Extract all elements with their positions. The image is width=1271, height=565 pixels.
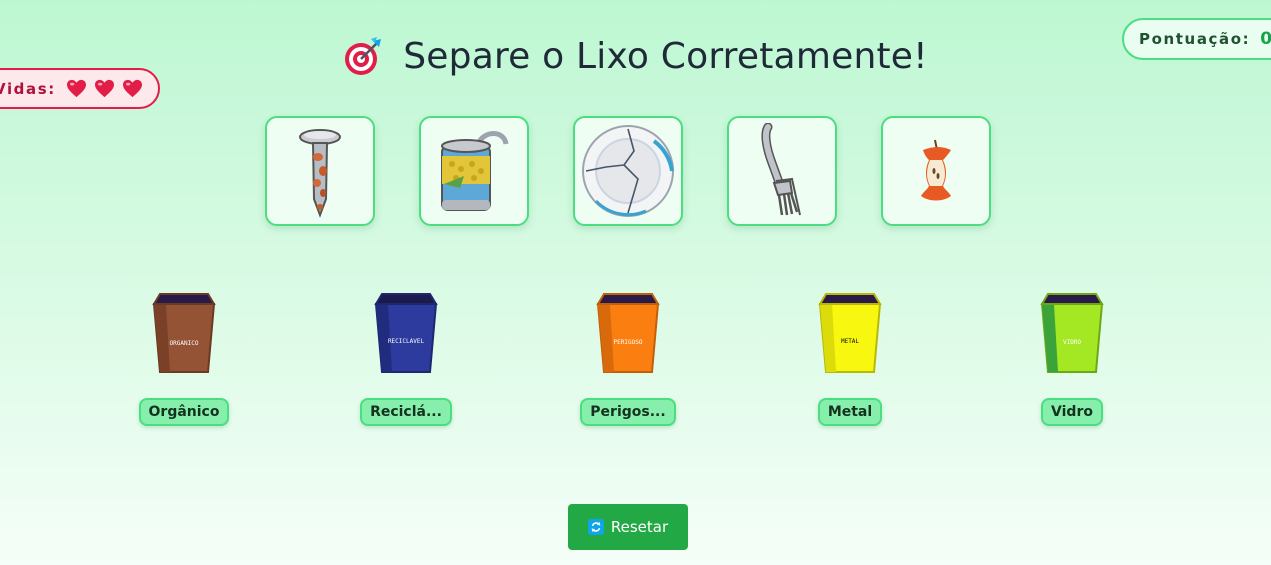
bin-label: Perigos... <box>580 398 676 426</box>
bin-organico[interactable]: ORGANICO Orgânico <box>124 292 244 426</box>
bin-perigoso[interactable]: PERIGOSO Perigos... <box>568 292 688 426</box>
target-dart-icon <box>345 36 382 75</box>
reset-button[interactable]: Resetar <box>568 504 688 550</box>
trash-bin-icon: ORGANICO <box>152 292 216 376</box>
trash-bin-icon: METAL <box>818 292 882 376</box>
bin-metal[interactable]: METAL Metal <box>790 292 910 426</box>
item-card-rusty-nail[interactable] <box>265 116 375 226</box>
lives-badge: Vidas: <box>0 68 160 109</box>
bin-reciclavel[interactable]: RECICLAVEL Reciclá... <box>346 292 466 426</box>
bin-label: Reciclá... <box>360 398 452 426</box>
bin-tag: PERIGOSO <box>614 339 643 346</box>
corn-can-icon <box>441 131 509 211</box>
reset-label: Resetar <box>610 518 669 536</box>
lives-hearts <box>66 79 143 98</box>
refresh-icon <box>587 519 604 535</box>
heart-icon <box>94 79 114 98</box>
item-card-fork[interactable] <box>727 116 837 226</box>
bin-tag: ORGANICO <box>170 340 199 347</box>
bin-tag: VIDRO <box>1063 339 1081 346</box>
fork-icon <box>761 123 801 216</box>
apple-core-icon <box>921 139 951 201</box>
broken-plate-icon <box>582 125 674 217</box>
item-card-corn-can[interactable] <box>419 116 529 226</box>
trash-bin-icon: VIDRO <box>1040 292 1104 376</box>
bin-label: Vidro <box>1041 398 1103 426</box>
heart-icon <box>66 79 86 98</box>
bin-vidro[interactable]: VIDRO Vidro <box>1012 292 1132 426</box>
item-card-apple-core[interactable] <box>881 116 991 226</box>
bin-tag: RECICLAVEL <box>388 338 425 345</box>
page-header: Separe o Lixo Corretamente! <box>0 36 1271 77</box>
trash-bin-icon: PERIGOSO <box>596 292 660 376</box>
score-label: Pontuação: <box>1139 30 1251 48</box>
bin-tag: METAL <box>841 338 859 345</box>
bin-label: Metal <box>817 398 883 426</box>
rusty-nail-icon <box>299 129 341 218</box>
item-card-broken-plate[interactable] <box>573 116 683 226</box>
score-badge: Pontuação: 0 <box>1122 18 1271 60</box>
bin-label: Orgânico <box>138 398 230 426</box>
lives-label: Vidas: <box>0 79 56 98</box>
page-title: Separe o Lixo Corretamente! <box>403 36 928 77</box>
heart-icon <box>122 79 142 98</box>
score-value: 0 <box>1260 29 1271 49</box>
waste-items <box>265 116 991 226</box>
trash-bin-icon: RECICLAVEL <box>374 292 438 376</box>
